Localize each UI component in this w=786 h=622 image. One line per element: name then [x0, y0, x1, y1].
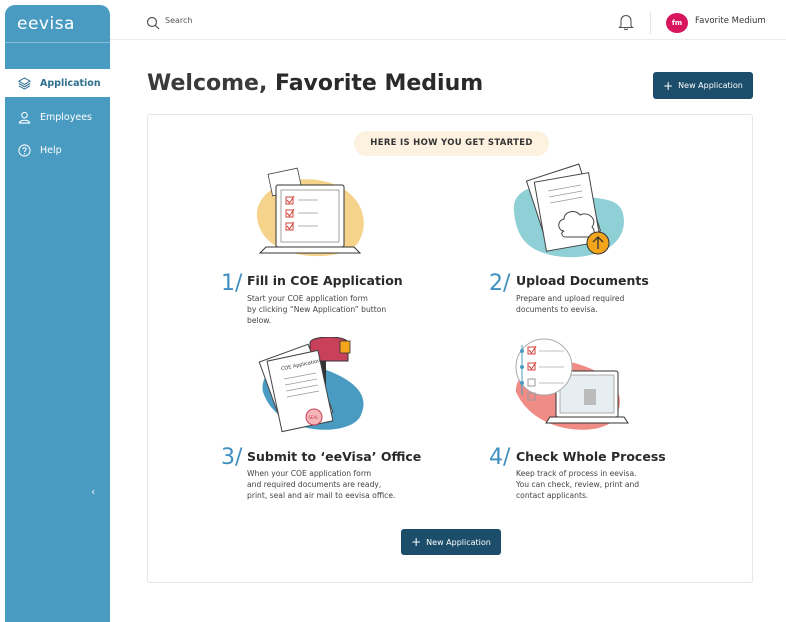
users-icon: [17, 110, 31, 124]
sidebar-item-label: Help: [40, 144, 62, 156]
desc-line: contact applicants.: [516, 491, 589, 500]
sidebar-item-application[interactable]: Application: [5, 69, 110, 97]
sidebar-collapse-button[interactable]: ‹: [91, 485, 95, 498]
step-4-number: 4/: [489, 445, 511, 470]
upload-documents-illustration: [513, 163, 624, 258]
step-2-title: Upload Documents: [516, 273, 649, 288]
desc-line: When your COE application form: [247, 469, 372, 478]
help-icon: [17, 143, 31, 157]
sidebar-item-label: Employees: [40, 111, 92, 123]
desc-line: Prepare and upload required: [516, 294, 625, 303]
sidebar-item-employees[interactable]: Employees: [5, 103, 110, 131]
getting-started-card: HERE IS HOW YOU GET STARTED 1/ Fill in C…: [147, 114, 753, 583]
sidebar-item-help[interactable]: Help: [5, 136, 110, 164]
step-3-title: Submit to ‘eeVisa’ Office: [247, 449, 422, 464]
step-1-description: Start your COE application form by click…: [247, 293, 386, 326]
user-name[interactable]: Favorite Medium: [695, 16, 766, 26]
step-2-number: 2/: [489, 271, 511, 296]
step-3-number: 3/: [221, 445, 243, 470]
topbar-divider: [650, 12, 651, 34]
sidebar: eevisa Application Employees Help ‹: [5, 5, 110, 622]
new-application-button[interactable]: + New Application: [653, 72, 753, 99]
layers-icon: [17, 76, 31, 90]
bell-icon[interactable]: [618, 13, 634, 31]
get-started-badge: HERE IS HOW YOU GET STARTED: [354, 131, 549, 156]
desc-line: Keep track of process in eevisa.: [516, 469, 637, 478]
button-label: New Application: [426, 537, 491, 547]
app-root: eevisa Application Employees Help ‹ Sear…: [0, 0, 786, 622]
step-2-description: Prepare and upload required documents to…: [516, 293, 624, 315]
desc-line: by clicking “New Application” button: [247, 305, 387, 314]
new-application-button-bottom[interactable]: + New Application: [401, 529, 501, 555]
step-3-description: When your COE application form and requi…: [247, 468, 395, 501]
seal-label: SEAL: [309, 415, 320, 420]
welcome-name: Favorite Medium: [274, 71, 484, 96]
step-4-title: Check Whole Process: [516, 449, 666, 464]
desc-line: You can check, review, print and: [516, 480, 640, 489]
plus-icon: +: [663, 78, 674, 93]
step-1-number: 1/: [221, 271, 243, 296]
desc-line: documents to eevisa.: [516, 305, 598, 314]
sidebar-item-label: Application: [40, 77, 101, 89]
step-4-description: Keep track of process in eevisa. You can…: [516, 468, 639, 501]
desc-line: Start your COE application form: [247, 294, 368, 303]
search-icon[interactable]: [146, 15, 160, 30]
welcome-prefix: Welcome,: [147, 71, 275, 96]
page-title: Welcome, Favorite Medium: [147, 71, 483, 96]
laptop-checklist-illustration: [256, 167, 364, 257]
search-input[interactable]: Search: [165, 16, 192, 25]
plus-icon: +: [411, 535, 422, 549]
step-1-title: Fill in COE Application: [247, 273, 403, 288]
check-process-illustration: [515, 338, 629, 430]
desc-line: below.: [247, 316, 272, 325]
desc-line: and required documents are ready,: [247, 480, 382, 489]
top-bar: Search fm Favorite Medium: [110, 5, 786, 40]
button-label: New Application: [678, 81, 743, 90]
brand-logo[interactable]: eevisa: [5, 5, 110, 43]
submit-mail-illustration: COE Application SEAL: [258, 337, 364, 433]
avatar[interactable]: fm: [666, 13, 688, 33]
desc-line: print, seal and air mail to eevisa offic…: [247, 491, 396, 500]
